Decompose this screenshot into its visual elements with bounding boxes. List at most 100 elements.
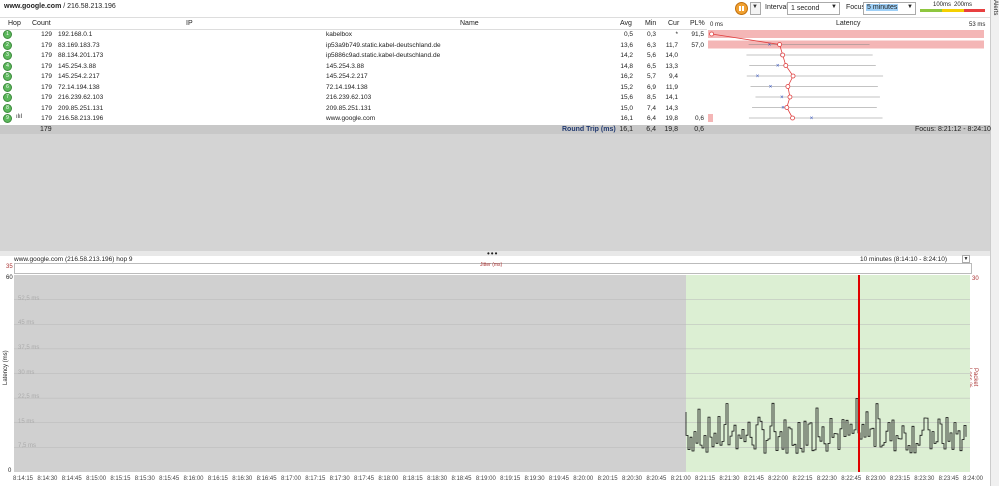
cell-min: 7,4	[646, 104, 656, 112]
hop-status-icon: 8	[3, 103, 12, 113]
avg-latency-point	[780, 52, 786, 58]
cell-count: 179	[41, 52, 52, 59]
x-tick-label: 8:14:45	[61, 476, 82, 482]
x-tick-label: 8:21:00	[670, 476, 691, 482]
col-name[interactable]: Name	[460, 20, 479, 27]
pause-button[interactable]	[735, 2, 748, 15]
cell-ip: 145.254.3.88	[58, 62, 96, 70]
cell-cur: 9,4	[668, 73, 678, 80]
cell-name: ip5886c9ad.static.kabel-deutschland.de	[326, 52, 441, 59]
table-row[interactable]: 2 179 83.169.183.73 ip53a9b749.static.kabel…	[0, 40, 706, 50]
graph-title: www.google.com (216.58.213.196) hop 9	[14, 256, 133, 263]
current-latency-marker: ×	[780, 95, 784, 101]
col-cur[interactable]: Cur	[668, 20, 679, 27]
x-tick-label: 8:14:30	[37, 476, 58, 482]
cell-count: 179	[41, 41, 52, 49]
graph-range[interactable]: 10 minutes (8:14:10 - 8:24:10)	[860, 256, 947, 263]
col-avg[interactable]: Avg	[620, 20, 632, 27]
graph-icon[interactable]: ılıl	[16, 114, 22, 120]
y-tick-label: 37,5 ms	[18, 344, 40, 351]
avg-latency-point	[790, 73, 796, 79]
latency-scale-right: 53 ms	[969, 22, 986, 28]
avg-latency-point	[777, 42, 782, 47]
interval-select[interactable]: 1 second ▼	[787, 2, 840, 15]
cell-count: 179	[41, 115, 52, 122]
x-tick-label: 8:18:00	[378, 476, 399, 482]
y-tick-label: 52,5 ms	[18, 295, 40, 302]
col-latency[interactable]: Latency	[836, 20, 861, 27]
x-tick-label: 8:23:45	[938, 476, 959, 482]
y-tick-label: 30 ms	[18, 369, 35, 376]
toolbar	[0, 0, 990, 18]
hop-status-icon: 2	[3, 40, 12, 50]
cell-min: 5,7	[646, 73, 656, 80]
y-tick-label: 7,5 ms	[18, 443, 37, 450]
x-tick-label: 8:20:45	[646, 476, 667, 482]
col-count[interactable]: Count	[32, 20, 51, 27]
cell-cur: *	[675, 31, 678, 38]
x-tick-label: 8:16:15	[207, 476, 228, 482]
table-row[interactable]: 8 179 209.85.251.131 209.85.251.131 15,0 7,4 1…	[0, 103, 706, 113]
table-row[interactable]: 6 179 72.14.194.138 72.14.194.138 15,2 6,9 11,…	[0, 82, 706, 92]
table-row[interactable]: 4 179 145.254.3.88 145.254.3.88 14,8 6,5 13,3	[0, 61, 706, 71]
cell-pl: 57,0	[691, 41, 704, 49]
splitter-handle-icon[interactable]: •••	[487, 249, 498, 258]
options-dropdown-button[interactable]: ▼	[750, 2, 761, 15]
latency-graph[interactable]	[14, 275, 970, 475]
summary-focus: Focus: 8:21:12 - 8:24:10	[915, 126, 991, 133]
interval-value: 1 second	[791, 5, 820, 12]
table-row[interactable]: 7 179 216.239.62.103 216.239.62.103 15,6 8,5 1…	[0, 93, 706, 102]
col-min[interactable]: Min	[645, 20, 656, 27]
x-tick-label: 8:21:45	[743, 476, 764, 482]
cell-avg: 14,2	[620, 52, 633, 59]
current-latency-marker: ×	[756, 74, 760, 80]
current-latency-marker: ×	[781, 106, 785, 112]
cell-count: 129	[41, 31, 52, 38]
cell-count: 179	[41, 94, 52, 101]
cell-min: 6,4	[646, 115, 656, 122]
table-row[interactable]: 1 129 192.168.0.1 kabelbox 0,5 0,3 * 91,5	[0, 30, 706, 39]
alerts-sidebar[interactable]	[990, 0, 999, 486]
cell-cur: 14,1	[665, 94, 678, 101]
col-pl[interactable]: PL%	[690, 20, 705, 27]
cell-avg: 16,2	[620, 73, 633, 80]
x-tick-label: 8:19:15	[500, 476, 521, 482]
hop-status-icon: 9	[3, 114, 12, 123]
y-tick-label: 45 ms	[18, 320, 35, 327]
table-row[interactable]: 9 179 216.58.213.196 www.google.com 16,1 6,4 1…	[0, 114, 706, 123]
packet-loss-bar	[708, 114, 713, 122]
cell-name: 216.239.62.103	[326, 94, 372, 101]
table-empty-area	[0, 134, 990, 251]
avg-latency-point	[784, 105, 790, 110]
table-row[interactable]: 5 179 145.254.2.217 145.254.2.217 16,2 5,7 9,4	[0, 72, 706, 81]
x-tick-label: 8:20:30	[621, 476, 642, 482]
target-host: www.google.com	[4, 3, 62, 10]
x-tick-label: 8:20:00	[573, 476, 594, 482]
x-tick-label: 8:20:15	[597, 476, 618, 482]
x-tick-label: 8:18:15	[402, 476, 423, 482]
chevron-down-icon: ▼	[907, 4, 913, 10]
current-latency-marker: ×	[810, 116, 814, 122]
col-hop[interactable]: Hop	[8, 20, 21, 27]
x-tick-label: 8:24:00	[963, 476, 984, 482]
col-ip[interactable]: IP	[186, 20, 193, 27]
avg-latency-point	[790, 115, 795, 121]
table-row[interactable]: 3 179 88.134.201.173 ip5886c9ad.static.kabe…	[0, 51, 706, 60]
cell-min: 5,6	[646, 52, 656, 59]
summary-count: 179	[40, 126, 52, 133]
summary-label: Round Trip (ms)	[562, 126, 616, 133]
x-tick-label: 8:16:45	[256, 476, 277, 482]
cell-avg: 15,6	[620, 94, 633, 101]
x-tick-label: 8:15:45	[159, 476, 180, 482]
target-title: www.google.com / 216.58.213.196	[4, 3, 116, 10]
cell-pl: 0,6	[694, 115, 704, 122]
cell-ip: 216.239.62.103	[58, 94, 104, 101]
cell-count: 179	[41, 104, 52, 112]
chevron-down-icon[interactable]: ▼	[962, 255, 970, 263]
hop-status-icon: 4	[3, 61, 12, 71]
chevron-down-icon: ▼	[831, 4, 837, 10]
cell-cur: 13,3	[665, 62, 678, 70]
y-tick-label: 15 ms	[18, 418, 35, 425]
y-max: 60	[6, 275, 13, 281]
focus-select[interactable]: 5 minutes ▼	[863, 2, 916, 15]
